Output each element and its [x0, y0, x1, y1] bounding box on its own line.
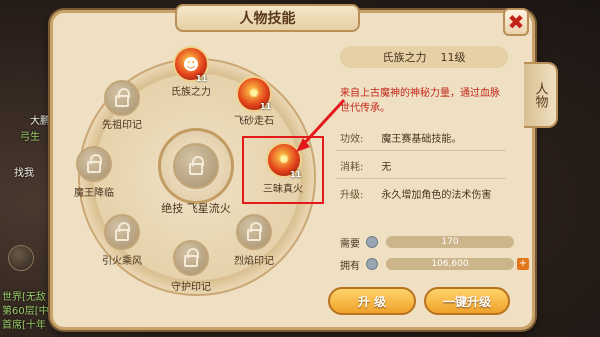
close-button[interactable]: ✖ [503, 8, 529, 36]
skill-detail-name: 氏族之力 [382, 51, 427, 64]
skill-node-fire-wind[interactable] [104, 214, 140, 250]
upgrade-button[interactable]: 升 级 [328, 287, 416, 315]
close-icon: ✖ [507, 10, 525, 34]
silver-coin-icon [366, 258, 378, 270]
lock-icon [184, 247, 199, 267]
upgrade-row: 升级: 永久增加角色的法术伤害 [340, 186, 491, 201]
skill-node-ancestor-mark[interactable] [104, 80, 140, 116]
silver-coin-icon [366, 236, 378, 248]
game-screen: 大鹏 弓生 找我 世界[无敌 第60层[中讲 首席[十年 人物技能 ✖ 人物 绝… [0, 0, 600, 337]
tab-character[interactable]: 人物 [524, 62, 558, 128]
skill-label-fire-wind: 引火乘风 [102, 256, 142, 267]
skill-description: 来自上古魔神的神秘力量，通过血脉世代传承。 [340, 88, 500, 114]
skill-level-flying-sand: 11 [260, 102, 272, 111]
hud-find-me[interactable]: 找我 [14, 164, 34, 179]
skill-node-demon-descent[interactable] [76, 146, 112, 182]
upgrade-all-button[interactable]: 一键升级 [424, 287, 510, 315]
effect-key: 功效: [340, 134, 364, 145]
skill-label-guard-mark: 守护印记 [171, 282, 211, 293]
selection-highlight [242, 136, 324, 204]
cost-row: 消耗: 无 [340, 158, 391, 173]
have-amount: 106,600 [386, 258, 514, 270]
divider [336, 150, 506, 151]
need-row: 需要 170 [340, 234, 514, 250]
have-label: 拥有 [340, 260, 360, 272]
lock-icon [87, 153, 102, 173]
upgrade-key: 升级: [340, 190, 364, 201]
ultimate-skill-node[interactable] [158, 128, 234, 204]
lock-icon-ultimate [173, 143, 219, 189]
skill-label-ancestor-mark: 先祖印记 [102, 120, 142, 131]
skill-detail-level: 11级 [440, 51, 466, 64]
skill-label-demon-descent: 魔王降临 [74, 188, 114, 199]
fireball-icon: ✹ [248, 86, 260, 102]
hud-player-name: 大鹏 [30, 116, 50, 127]
effect-row: 功效: 魔王赛基础技能。 [340, 130, 461, 145]
upgrade-value: 永久增加角色的法术伤害 [381, 190, 492, 201]
skill-level-clan-power: 11 [196, 74, 208, 83]
ultimate-skill-label: 绝技 飞星流火 [161, 202, 231, 215]
skill-detail-header: 氏族之力 11级 [340, 46, 508, 68]
skill-label-clan-power: 氏族之力 [171, 87, 211, 98]
hud-chat-leader: 首席[十年 [2, 320, 46, 331]
skill-label-flame-mark: 烈焰印记 [234, 256, 274, 267]
chat-bubble-icon[interactable] [8, 245, 34, 271]
window-title-text: 人物技能 [239, 11, 296, 27]
effect-value: 魔王赛基础技能。 [381, 134, 462, 145]
divider [336, 178, 506, 179]
lock-icon [115, 221, 130, 241]
need-label: 需要 [340, 238, 360, 250]
cost-value: 无 [381, 162, 392, 173]
hud-player-tag: 弓生 [20, 132, 40, 143]
lock-icon [115, 87, 130, 107]
skill-node-guard-mark[interactable] [173, 240, 209, 276]
skill-node-flame-mark[interactable] [236, 214, 272, 250]
lock-icon [247, 221, 262, 241]
need-amount: 170 [386, 236, 514, 248]
have-row: 拥有 106,600 + [340, 256, 529, 272]
skill-label-flying-sand: 飞砂走石 [234, 116, 274, 127]
window-title: 人物技能 [175, 4, 360, 32]
demon-icon: ☻ [182, 54, 200, 74]
cost-key: 消耗: [340, 162, 364, 173]
add-currency-button[interactable]: + [517, 258, 529, 270]
hud-chat-world: 世界[无敌 [2, 292, 46, 303]
